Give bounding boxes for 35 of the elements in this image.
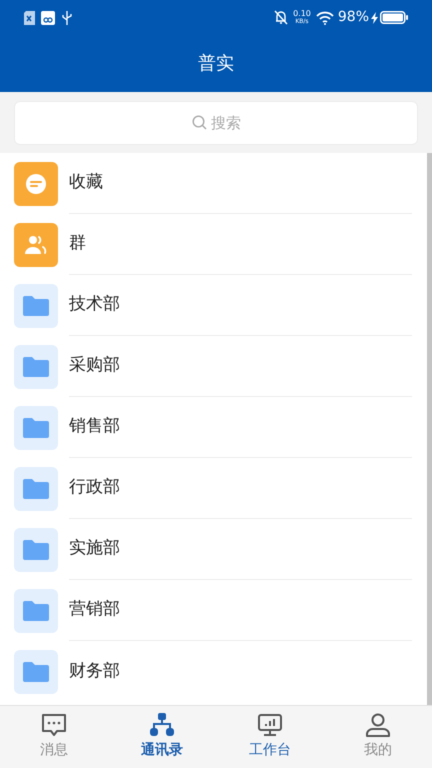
folder-icon [14, 284, 58, 328]
folder-icon [14, 344, 58, 388]
contact-list-item[interactable]: 行政部 [0, 458, 427, 519]
folder-icon [14, 406, 58, 450]
search-icon [192, 115, 207, 130]
folder-icon [14, 528, 58, 572]
sim-card-icon [24, 10, 35, 24]
scrollbar[interactable] [427, 153, 432, 705]
wifi-icon [316, 10, 334, 24]
contact-list-item[interactable]: 技术部 [0, 275, 427, 336]
battery-icon [380, 11, 408, 24]
contact-list-item[interactable]: 收藏 [0, 153, 427, 214]
charging-icon [371, 12, 378, 24]
folder-icon [14, 466, 58, 510]
contact-list-item[interactable]: 群 [0, 214, 427, 275]
search-field[interactable]: 搜索 [14, 101, 418, 145]
contact-list-item[interactable]: 营销部 [0, 580, 427, 641]
contact-list-item[interactable]: 采购部 [0, 336, 427, 397]
org-chart-icon [149, 713, 175, 737]
monitor-chart-icon [257, 713, 283, 737]
tab-button[interactable]: 通讯录 [108, 706, 216, 768]
contact-list-item[interactable]: 财务部 [0, 641, 427, 702]
bell-off-icon [274, 10, 288, 25]
people-icon [14, 222, 58, 266]
person-icon [365, 713, 391, 737]
contact-list-item[interactable]: 实施部 [0, 519, 427, 580]
chat-bubble-icon [14, 162, 58, 206]
network-speed: 0.10 [293, 10, 311, 18]
chat-bubble-icon [41, 713, 67, 737]
page-title: 普实 [198, 52, 234, 76]
tab-button[interactable]: 工作台 [216, 706, 324, 768]
folder-icon [14, 650, 58, 694]
folder-icon [14, 588, 58, 632]
battery-percent: 98% [338, 8, 369, 27]
contact-list-item[interactable]: 销售部 [0, 397, 427, 458]
